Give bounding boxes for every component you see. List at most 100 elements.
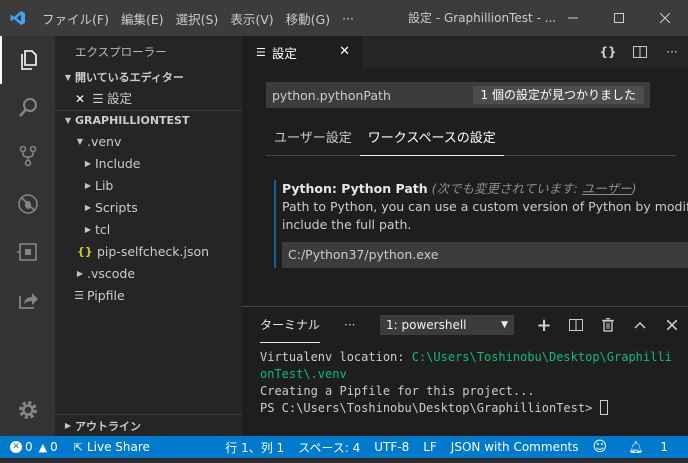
dropdown-arrow-icon: ▼	[501, 320, 508, 330]
problems-status[interactable]: ✕ 0 ▲ 0	[10, 440, 58, 454]
tab-workspace-settings[interactable]: ワークスペースの設定	[359, 124, 504, 156]
indentation[interactable]: スペース: 4	[291, 439, 367, 456]
trash-icon[interactable]	[592, 307, 624, 343]
tree-label: pip-selfcheck.json	[97, 244, 210, 259]
activity-bar	[0, 36, 55, 436]
split-terminal-icon[interactable]	[560, 307, 592, 343]
chevron-right-icon: ▶	[84, 225, 92, 234]
tree-label: Scripts	[95, 200, 138, 215]
terminal-select[interactable]: 1: powershell ▼	[380, 315, 514, 335]
feedback-smiley-icon[interactable]: ☺	[586, 439, 615, 455]
chevron-down-icon: ▼	[64, 73, 72, 82]
explorer-icon[interactable]	[0, 36, 55, 84]
tab-user-settings[interactable]: ユーザー設定	[266, 124, 360, 156]
terminal-line-1-prefix: Virtualenv location:	[260, 350, 412, 364]
chevron-right-icon: ▶	[84, 203, 92, 212]
title-bar: ファイル(F) 編集(E) 選択(S) 表示(V) 移動(G) ··· 設定 -…	[0, 0, 688, 36]
chevron-right-icon: ▶	[84, 181, 92, 190]
close-window-icon[interactable]	[642, 0, 688, 36]
setting-python-path: Python: Python Path (次でも変更されています: ユーザー) …	[274, 180, 688, 268]
open-settings-json-icon[interactable]: {}	[592, 36, 624, 68]
encoding[interactable]: UTF-8	[367, 440, 416, 454]
tree-item-pipfile[interactable]: ☰ Pipfile	[55, 285, 242, 307]
outline-title: アウトライン	[75, 419, 141, 433]
editor-tab-bar: ☰ 設定 ✕ {} ···	[242, 36, 688, 68]
chevron-right-icon: ▶	[64, 421, 72, 430]
terminal-select-value: 1: powershell	[386, 318, 467, 332]
json-file-icon: {}	[77, 245, 93, 258]
workspace-folder-title: GRAPHILLIONTEST	[75, 114, 190, 127]
maximize-panel-icon[interactable]	[624, 307, 656, 343]
terminal-prompt: PS C:\Users\Toshinobu\Desktop\Graphillio…	[260, 401, 600, 415]
settings-gear-icon[interactable]	[0, 386, 55, 434]
end-of-line[interactable]: LF	[416, 440, 444, 454]
new-terminal-icon[interactable]: +	[528, 307, 560, 343]
terminal-line-2-path: onTest\.venv	[260, 367, 347, 381]
sidebar-title: エクスプローラー	[75, 45, 167, 59]
live-share-icon[interactable]	[0, 276, 55, 324]
tree-item-scripts[interactable]: ▶ Scripts	[55, 197, 242, 219]
notifications-status[interactable]: 🔔︎ 1	[614, 440, 682, 454]
setting-description-line2: include the full path.	[282, 217, 412, 232]
setting-value-input[interactable]: C:/Python37/python.exe	[282, 242, 688, 268]
close-editor-icon[interactable]: ✕	[75, 88, 89, 110]
modified-user-link[interactable]: ユーザー	[582, 181, 632, 196]
tree-label: tcl	[95, 222, 111, 237]
tab-settings[interactable]: ☰ 設定 ✕	[242, 36, 362, 68]
modified-note: (次でも変更されています:	[431, 181, 582, 196]
menu-file[interactable]: ファイル(F)	[36, 9, 115, 28]
workspace-folder-section[interactable]: ▼ GRAPHILLIONTEST	[55, 110, 242, 131]
close-panel-icon[interactable]	[656, 307, 688, 343]
menu-view[interactable]: 表示(V)	[224, 9, 279, 28]
notification-count: 1	[660, 440, 668, 454]
vscode-logo-icon	[0, 0, 36, 36]
tree-item-include[interactable]: ▶ Include	[55, 153, 242, 175]
remote-explorer-icon[interactable]	[0, 228, 55, 276]
live-share-status[interactable]: ⇱ Live Share	[74, 440, 150, 454]
outline-section[interactable]: ▶ アウトライン	[55, 414, 242, 436]
tree-label: Pipfile	[87, 288, 125, 303]
source-control-icon[interactable]	[0, 132, 55, 180]
tree-item-venv[interactable]: ▼ .venv	[55, 131, 242, 153]
live-share-label: Live Share	[86, 440, 150, 454]
settings-search-input[interactable]: python.pythonPath 1 個の設定が見つかりました	[266, 82, 650, 108]
tree-item-pip-selfcheck[interactable]: {} pip-selfcheck.json	[55, 241, 242, 263]
debug-icon[interactable]	[0, 180, 55, 228]
search-result-badge: 1 個の設定が見つかりました	[472, 86, 644, 104]
open-editor-label: 設定	[107, 91, 133, 106]
tree-label: .vscode	[87, 266, 136, 281]
tree-item-lib[interactable]: ▶ Lib	[55, 175, 242, 197]
warning-icon: ▲	[38, 440, 48, 454]
search-icon[interactable]	[0, 84, 55, 132]
panel-more-icon[interactable]: ···	[344, 318, 355, 332]
maximize-icon[interactable]	[596, 0, 642, 36]
tree-item-tcl[interactable]: ▶ tcl	[55, 219, 242, 241]
error-count: 0	[25, 440, 33, 454]
menu-edit[interactable]: 編集(E)	[115, 9, 170, 28]
open-editors-section[interactable]: ▼ 開いているエディター	[55, 68, 242, 88]
tree-item-vscode[interactable]: ▶ .vscode	[55, 263, 242, 285]
minimize-icon[interactable]	[550, 0, 596, 36]
terminal-output[interactable]: Virtualenv location: C:\Users\Toshinobu\…	[242, 343, 688, 417]
editor-area: ☰ 設定 ✕ {} ··· python.pythonPath 1 個の設定が見…	[242, 36, 688, 306]
chevron-down-icon: ▼	[76, 137, 84, 146]
window-bottom-edge	[0, 458, 688, 463]
more-actions-icon[interactable]: ···	[656, 36, 688, 68]
search-value: python.pythonPath	[272, 87, 391, 103]
tab-terminal[interactable]: ターミナル	[260, 307, 321, 343]
close-tab-icon[interactable]: ✕	[339, 36, 350, 68]
terminal-line-3: Creating a Pipfile for this project...	[260, 384, 535, 398]
language-mode[interactable]: JSON with Comments	[444, 440, 586, 454]
menu-selection[interactable]: 選択(S)	[170, 9, 225, 28]
menu-more[interactable]: ···	[336, 11, 360, 26]
file-lines-icon: ☰	[74, 289, 84, 302]
cursor-position[interactable]: 行 1、列 1	[218, 439, 291, 456]
open-editor-item-settings[interactable]: ✕ ☰ 設定	[55, 88, 242, 110]
window-title: 設定 - GraphillionTest - ...	[408, 11, 557, 25]
setting-category: Python:	[282, 181, 342, 196]
modified-note-close: )	[631, 181, 637, 196]
menu-go[interactable]: 移動(G)	[280, 9, 336, 28]
split-editor-icon[interactable]	[624, 36, 656, 68]
tree-label: Lib	[95, 178, 114, 193]
terminal-line-1-path: C:\Users\Toshinobu\Desktop\Graphilli	[411, 350, 672, 364]
